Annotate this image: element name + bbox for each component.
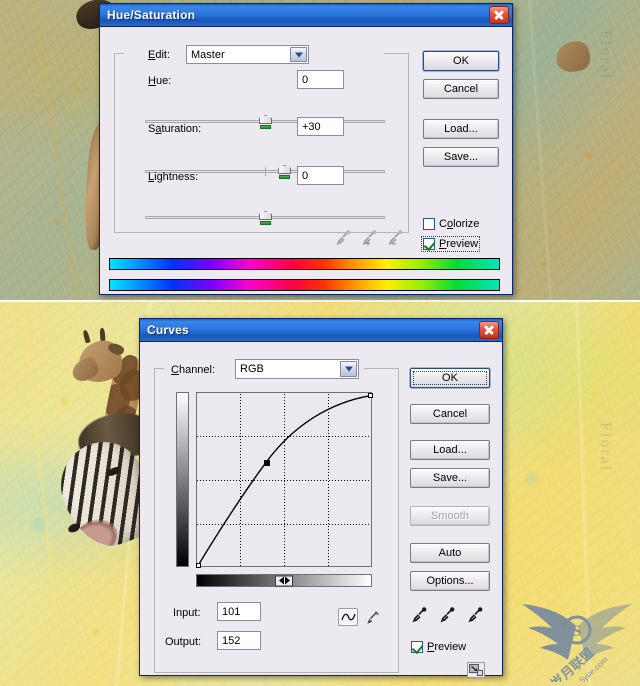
edit-dropdown-value: Master <box>191 48 225 61</box>
lightness-slider-thumb[interactable] <box>259 211 272 225</box>
preview-checkbox[interactable]: Preview <box>411 641 466 653</box>
options-button[interactable]: Options... <box>410 571 490 591</box>
load-button[interactable]: Load... <box>410 440 490 460</box>
photo-side-text: Floral <box>597 422 614 473</box>
input-gradient-strip[interactable] <box>196 574 372 587</box>
eyedropper-icon <box>336 230 351 246</box>
saturation-slider-thumb[interactable] <box>278 165 292 179</box>
curves-dialog: Curves Channel: RGB Input: 101 Output: 1… <box>139 318 503 678</box>
saturation-slider-center-tick <box>265 167 266 176</box>
save-button[interactable]: Save... <box>423 147 499 167</box>
cancel-button[interactable]: Cancel <box>410 404 490 424</box>
eyedropper-white-point-icon[interactable] <box>468 607 483 623</box>
gradient-midpoint-handle[interactable] <box>275 575 293 586</box>
hue-slider-thumb[interactable] <box>259 115 272 129</box>
pencil-tool-icon[interactable] <box>364 608 382 626</box>
input-label: Input: <box>173 607 201 619</box>
lightness-slider[interactable] <box>145 211 385 225</box>
lightness-label: Lightness: <box>148 171 199 183</box>
curve-endpoint-black[interactable] <box>196 563 201 568</box>
checkbox-box[interactable] <box>423 218 435 230</box>
eyedropper-plus-icon <box>362 230 377 246</box>
channel-dropdown-value: RGB <box>240 363 264 375</box>
input-value: 101 <box>222 605 241 618</box>
curve-endpoint-white[interactable] <box>368 393 373 398</box>
input-field[interactable]: 101 <box>217 602 261 621</box>
hue-saturation-titlebar[interactable]: Hue/Saturation <box>100 4 512 27</box>
saturation-value: +30 <box>302 120 321 133</box>
photo-side-text: Floral <box>597 30 614 81</box>
colorize-label: Colorize <box>439 218 480 230</box>
edit-label: Edit: <box>148 49 171 61</box>
channel-dropdown[interactable]: RGB <box>235 359 359 379</box>
expand-curve-grid-toggle[interactable] <box>467 662 485 678</box>
curves-titlebar[interactable]: Curves <box>140 319 502 342</box>
output-gradient-strip <box>176 392 189 567</box>
preview-checkbox[interactable]: Preview <box>420 236 481 252</box>
saturation-label: Saturation: <box>148 123 202 135</box>
curve-tool-icon[interactable] <box>338 608 358 626</box>
output-field[interactable]: 152 <box>217 631 261 650</box>
curve-control-point-selected[interactable] <box>264 460 270 466</box>
checkbox-box[interactable] <box>411 641 423 653</box>
output-label: Output: <box>165 636 202 648</box>
preview-label: Preview <box>439 238 479 250</box>
colorize-checkbox[interactable]: Colorize <box>423 218 479 230</box>
cancel-button[interactable]: Cancel <box>423 79 499 99</box>
lightness-value: 0 <box>302 169 309 182</box>
eyedropper-minus-icon <box>388 230 403 246</box>
load-button[interactable]: Load... <box>423 119 499 139</box>
output-value: 152 <box>222 634 241 647</box>
save-button[interactable]: Save... <box>410 468 490 488</box>
preview-label: Preview <box>427 641 467 653</box>
checkbox-box[interactable] <box>423 238 435 250</box>
hue-spectrum-bar-result <box>109 279 500 291</box>
screenshot-root: Floral Floral S 岁月联盟 Hue/Saturation Edit… <box>0 0 640 686</box>
close-icon[interactable] <box>479 321 499 339</box>
ok-button[interactable]: OK <box>410 368 490 388</box>
edit-dropdown[interactable]: Master <box>186 45 309 64</box>
hue-value: 0 <box>302 73 309 86</box>
hue-spectrum-bar-source <box>109 258 500 270</box>
curve-line <box>198 395 370 565</box>
eyedropper-black-point-icon[interactable] <box>440 607 455 623</box>
curves-title: Curves <box>147 323 189 337</box>
smooth-button: Smooth <box>410 506 490 526</box>
chevron-down-icon[interactable] <box>290 47 307 62</box>
ok-button[interactable]: OK <box>423 51 499 71</box>
curve-grid[interactable] <box>196 392 373 568</box>
lightness-input[interactable]: 0 <box>297 166 344 185</box>
channel-label: Channel: <box>171 364 216 376</box>
eyedropper-icon[interactable] <box>412 607 427 623</box>
chevron-down-icon[interactable] <box>340 361 357 377</box>
hue-label: Hue: <box>148 75 172 87</box>
hue-saturation-dialog: Hue/Saturation Edit: Master Hue: 0 Satur… <box>99 3 513 295</box>
close-icon[interactable] <box>489 6 509 24</box>
hue-saturation-title: Hue/Saturation <box>107 8 196 22</box>
saturation-input[interactable]: +30 <box>297 117 344 136</box>
hue-input[interactable]: 0 <box>297 70 344 89</box>
auto-button[interactable]: Auto <box>410 543 490 563</box>
